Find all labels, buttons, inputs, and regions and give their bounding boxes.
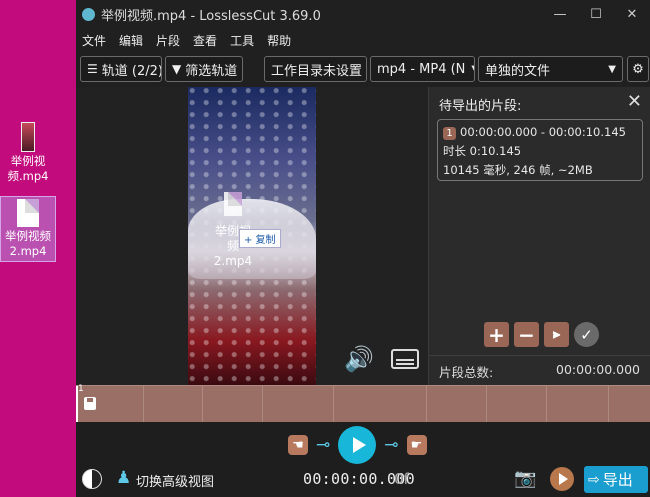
menu-tools[interactable]: 工具 xyxy=(230,32,254,49)
segments-panel: 待导出的片段: ✕ 1 00:00:00.000 - 00:00:10.145 时… xyxy=(428,87,650,385)
export-label: 导出 xyxy=(602,471,633,489)
timeline-tick xyxy=(608,386,609,423)
document-file-icon xyxy=(17,199,39,227)
segment-range: 00:00:00.000 - 00:00:10.145 xyxy=(460,125,626,139)
filter-tracks-button[interactable]: ▼ 筛选轨道 xyxy=(165,56,243,82)
play-button[interactable] xyxy=(338,426,377,464)
gear-icon: ⚙ xyxy=(632,61,644,77)
timeline-tick xyxy=(486,386,487,423)
camera-icon[interactable]: 📷 xyxy=(514,468,536,489)
playback-controls: ☚ ⊸ ⊸ ☛ ♟ 切换高级视图 00:00:00.000 0f 📷 ⇨ 导出 xyxy=(76,422,650,497)
timeline-tick xyxy=(426,386,427,423)
window-controls: — ☐ ✕ xyxy=(542,0,650,29)
chevron-down-icon: ▼ xyxy=(465,64,474,75)
working-directory-button[interactable]: 工作目录未设置 xyxy=(264,56,367,82)
split-segment-button[interactable]: ⫸ xyxy=(544,322,569,347)
total-value: 00:00:00.000 xyxy=(556,362,640,377)
segment-duration: 时长 0:10.145 xyxy=(443,144,522,158)
copy-drop-tooltip: + 复制 xyxy=(239,229,281,248)
timeline-tick xyxy=(262,386,263,423)
subtitle-icon[interactable] xyxy=(391,349,419,369)
menu-edit[interactable]: 编辑 xyxy=(119,32,143,49)
set-end-button[interactable]: ☛ xyxy=(406,435,427,455)
minimize-button[interactable]: — xyxy=(542,0,578,29)
add-segment-button[interactable]: + xyxy=(484,322,509,347)
video-file-icon xyxy=(21,122,35,152)
segment-index-badge: 1 xyxy=(443,127,456,140)
menu-segment[interactable]: 片段 xyxy=(156,32,180,49)
app-icon xyxy=(82,8,95,21)
panel-title: 待导出的片段: xyxy=(439,99,522,114)
tracks-label: 轨道 (2/2) xyxy=(101,63,162,79)
confirm-icon[interactable]: ✓ xyxy=(574,322,599,347)
working-directory-label: 工作目录未设置 xyxy=(271,63,363,79)
export-button[interactable]: ⇨ 导出 xyxy=(584,466,648,493)
maximize-button[interactable]: ☐ xyxy=(578,0,614,29)
segment-details: 10145 毫秒, 246 帧, ~2MB xyxy=(443,163,593,177)
filter-tracks-label: 筛选轨道 xyxy=(185,63,238,79)
document-file-icon xyxy=(224,192,242,216)
timeline-tick xyxy=(546,386,547,423)
segments-total: 片段总数: 00:00:00.000 xyxy=(429,355,650,387)
frame-counter: 0f xyxy=(394,470,409,488)
desktop-icon-video1[interactable]: 举例视频.mp4 xyxy=(0,122,56,184)
close-icon[interactable]: ✕ xyxy=(627,91,642,112)
desktop-icon-label: 举例视频2.mp4 xyxy=(5,229,51,258)
export-icon: ⇨ xyxy=(588,471,600,488)
window-title: 举例视频.mp4 - LosslessCut 3.69.0 xyxy=(101,9,321,24)
desktop-icon-label: 举例视频.mp4 xyxy=(7,154,49,183)
transport-controls: ☚ ⊸ ⊸ ☛ xyxy=(288,426,427,464)
menu-bar: 文件 编辑 片段 查看 工具 帮助 xyxy=(76,29,650,51)
output-mode-select[interactable]: 单独的文件 ▼ xyxy=(478,56,623,82)
capture-button[interactable] xyxy=(550,467,574,491)
total-label: 片段总数: xyxy=(439,365,494,380)
menu-help[interactable]: 帮助 xyxy=(267,32,291,49)
filter-icon: ▼ xyxy=(172,62,182,76)
segment-number: 1 xyxy=(78,384,84,394)
output-mode-value: 单独的文件 xyxy=(485,63,551,79)
save-icon[interactable] xyxy=(84,397,96,410)
desktop-icon-video2[interactable]: 举例视频2.mp4 xyxy=(0,196,56,262)
timeline-tick xyxy=(202,386,203,423)
tracks-button[interactable]: ☰ 轨道 (2/2) xyxy=(80,56,162,82)
timeline-tick xyxy=(333,386,334,423)
settings-button[interactable]: ⚙ xyxy=(627,56,649,82)
chevron-down-icon: ▼ xyxy=(608,63,616,75)
advanced-view-toggle[interactable]: 切换高级视图 xyxy=(136,471,214,490)
yin-yang-icon[interactable] xyxy=(82,469,102,489)
volume-icon[interactable]: 🔊 xyxy=(344,345,374,373)
video-player[interactable]: 举例视频2.mp4 + 复制 🔊 xyxy=(76,87,428,385)
timeline[interactable]: 1 xyxy=(76,384,650,423)
segment-actions: + − ⫸ ✓ xyxy=(484,322,599,347)
timeline-tick xyxy=(143,386,144,423)
close-window-button[interactable]: ✕ xyxy=(614,0,650,29)
toolbar: ☰ 轨道 (2/2) ▼ 筛选轨道 工作目录未设置 mp4 - MP4 (N ▼… xyxy=(76,55,650,85)
set-start-button[interactable]: ☚ xyxy=(288,435,308,455)
person-icon: ♟ xyxy=(116,468,132,488)
app-window: 举例视频.mp4 - LosslessCut 3.69.0 — ☐ ✕ 文件 编… xyxy=(76,0,650,497)
menu-view[interactable]: 查看 xyxy=(193,32,217,49)
segment-item[interactable]: 1 00:00:00.000 - 00:00:10.145 时长 0:10.145… xyxy=(437,119,643,181)
jump-start-key-icon[interactable]: ⊸ xyxy=(316,435,330,455)
list-icon: ☰ xyxy=(87,62,98,76)
format-value: mp4 - MP4 (N xyxy=(377,61,466,77)
jump-end-key-icon[interactable]: ⊸ xyxy=(384,435,398,455)
format-select[interactable]: mp4 - MP4 (N ▼ xyxy=(370,56,475,82)
menu-file[interactable]: 文件 xyxy=(82,32,106,49)
remove-segment-button[interactable]: − xyxy=(514,322,539,347)
